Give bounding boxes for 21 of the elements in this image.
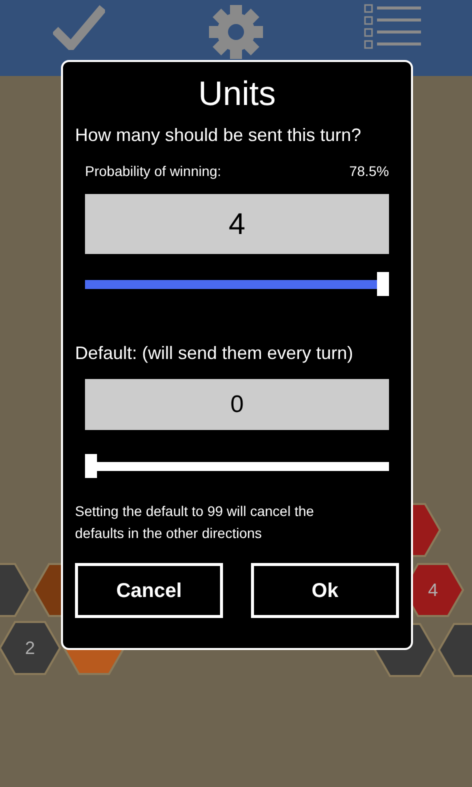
default-label: Default: (will send them every turn) bbox=[75, 342, 354, 365]
hex-number: 2 bbox=[24, 637, 36, 660]
probability-label: Probability of winning: bbox=[85, 162, 222, 181]
question-text: How many should be sent this turn? bbox=[75, 124, 362, 147]
hex-tile[interactable] bbox=[438, 623, 472, 677]
list-icon bbox=[363, 4, 424, 52]
note-text: Setting the default to 99 will cancel the defaults in the other directions bbox=[75, 502, 315, 543]
send-count-field[interactable]: 4 bbox=[85, 194, 389, 254]
checkmark-icon bbox=[52, 4, 105, 50]
dialog-title: Units bbox=[197, 74, 277, 115]
cancel-button[interactable]: Cancel bbox=[75, 563, 223, 618]
slider[interactable] bbox=[85, 272, 389, 296]
ok-button[interactable]: Ok bbox=[251, 563, 399, 618]
default-count-field[interactable]: 0 bbox=[85, 379, 389, 430]
hex-tile[interactable] bbox=[0, 621, 62, 675]
slider[interactable] bbox=[85, 454, 389, 478]
slider-thumb[interactable] bbox=[85, 454, 97, 478]
hex-number: 4 bbox=[426, 579, 439, 602]
slider-thumb[interactable] bbox=[377, 272, 389, 296]
probability-value: 78.5% bbox=[349, 162, 389, 181]
settings-icon bbox=[208, 4, 264, 60]
